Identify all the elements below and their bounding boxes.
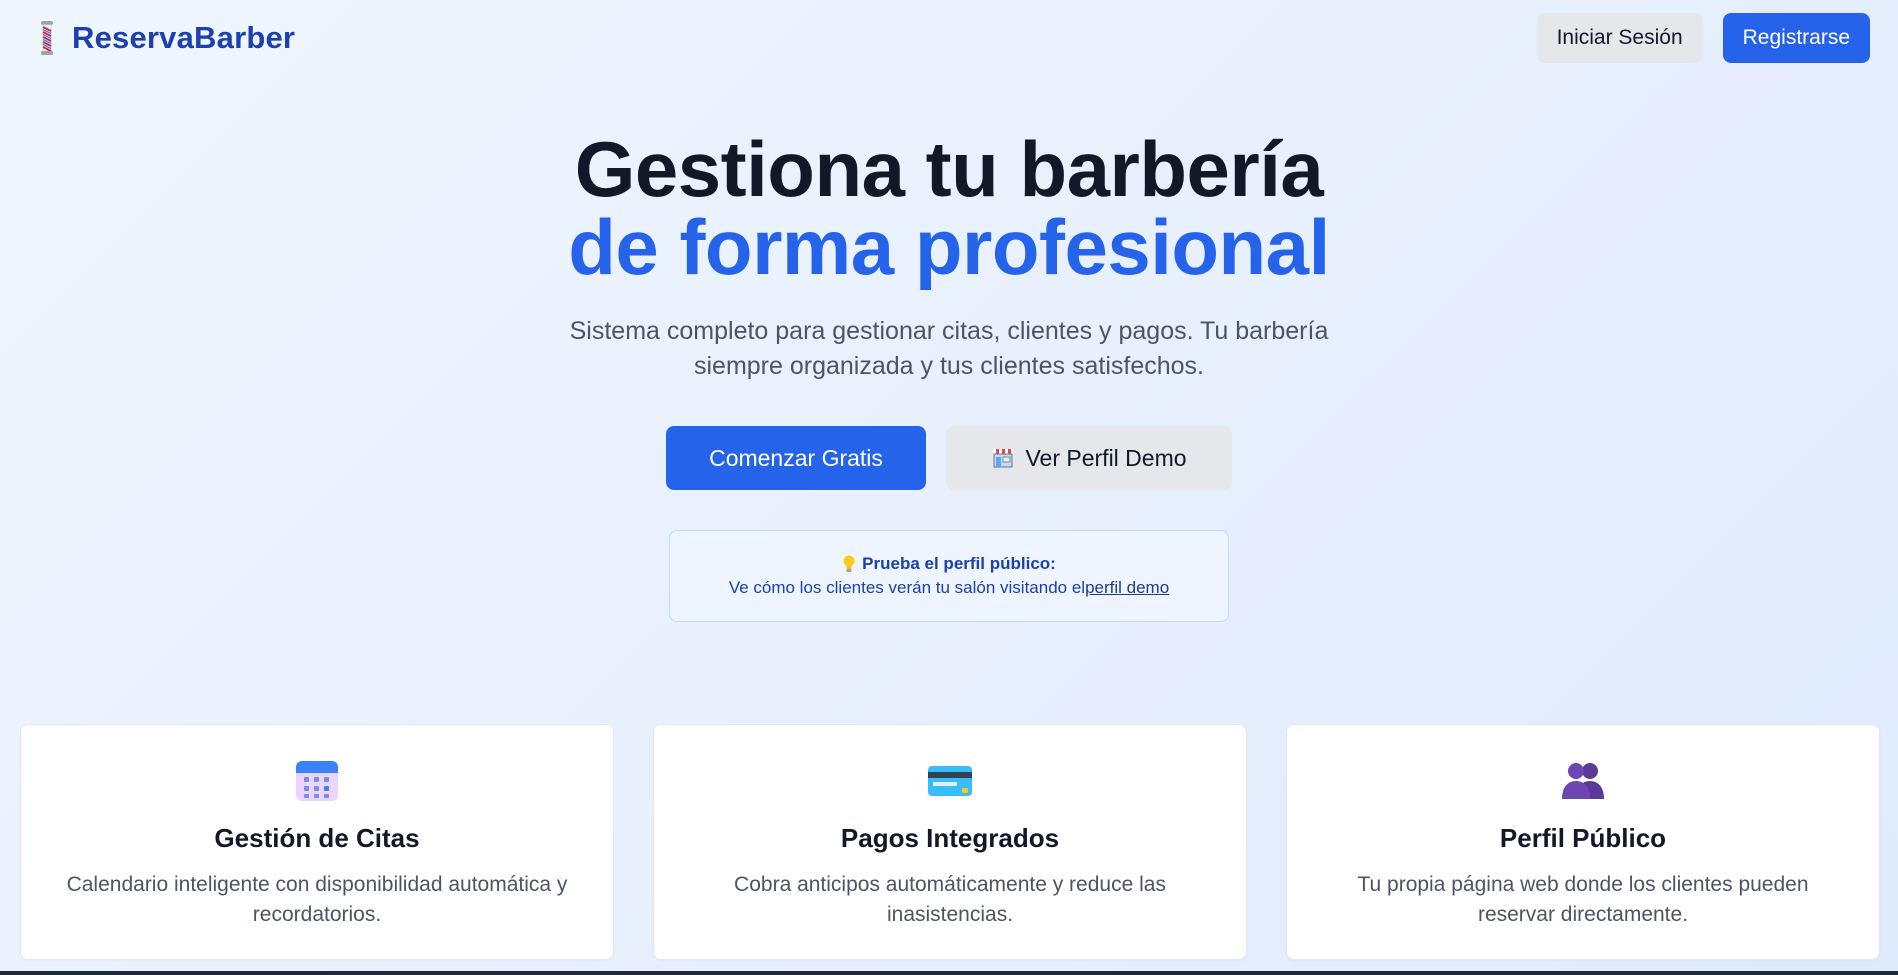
view-demo-profile-label: Ver Perfil Demo bbox=[1025, 444, 1187, 471]
brand-name: ReservaBarber bbox=[72, 20, 296, 55]
feature-card-payments: Pagos Integrados Cobra anticipos automát… bbox=[653, 724, 1247, 960]
hero-title-line-1: Gestiona tu barbería bbox=[574, 125, 1324, 213]
demo-profile-link[interactable]: perfil demo bbox=[1085, 578, 1169, 597]
top-navbar: ReservaBarber Iniciar Sesión Registrarse bbox=[0, 0, 1898, 76]
tip-text-row: Ve cómo los clientes verán tu salón visi… bbox=[729, 578, 1169, 598]
users-icon bbox=[1562, 763, 1604, 799]
feature-description: Cobra anticipos automáticamente y reduce… bbox=[734, 873, 1166, 926]
hero-section: Gestiona tu barbería de forma profesiona… bbox=[0, 130, 1898, 622]
feature-card-public-profile: Perfil Público Tu propia página web dond… bbox=[1286, 724, 1880, 960]
start-free-button[interactable]: Comenzar Gratis bbox=[666, 426, 926, 490]
bottom-divider bbox=[0, 971, 1898, 975]
tip-title-row: Prueba el perfil público: bbox=[842, 554, 1056, 574]
tip-title: Prueba el perfil público: bbox=[862, 554, 1056, 573]
register-button[interactable]: Registrarse bbox=[1722, 13, 1870, 63]
feature-title: Gestión de Citas bbox=[214, 823, 420, 853]
feature-title: Pagos Integrados bbox=[840, 823, 1060, 853]
hero-title-line-2: de forma profesional bbox=[568, 203, 1330, 291]
feature-description: Calendario inteligente con disponibilida… bbox=[66, 873, 568, 926]
feature-title: Perfil Público bbox=[1499, 823, 1667, 853]
nav-actions: Iniciar Sesión Registrarse bbox=[1536, 13, 1870, 63]
login-button[interactable]: Iniciar Sesión bbox=[1536, 13, 1703, 63]
calendar-icon bbox=[296, 761, 338, 801]
feature-description: Tu propia página web donde los clientes … bbox=[1357, 873, 1809, 926]
hero-subtitle: Sistema completo para gestionar citas, c… bbox=[569, 317, 1329, 380]
brand[interactable]: ReservaBarber bbox=[36, 20, 295, 56]
view-demo-profile-button[interactable]: Ver Perfil Demo bbox=[946, 426, 1232, 490]
feature-card-appointments: Gestión de Citas Calendario inteligente … bbox=[20, 724, 614, 960]
barber-pole-icon bbox=[41, 21, 53, 55]
store-icon bbox=[993, 449, 1014, 468]
cta-row: Comenzar Gratis Ver Perfil Demo bbox=[0, 426, 1898, 490]
lightbulb-icon bbox=[843, 555, 855, 572]
tip-text: Ve cómo los clientes verán tu salón visi… bbox=[728, 578, 1086, 597]
features-section: Gestión de Citas Calendario inteligente … bbox=[20, 724, 1880, 960]
hero-title: Gestiona tu barbería de forma profesiona… bbox=[0, 130, 1898, 286]
credit-card-icon bbox=[928, 766, 972, 796]
demo-tip-box: Prueba el perfil público: Ve cómo los cl… bbox=[669, 530, 1229, 622]
